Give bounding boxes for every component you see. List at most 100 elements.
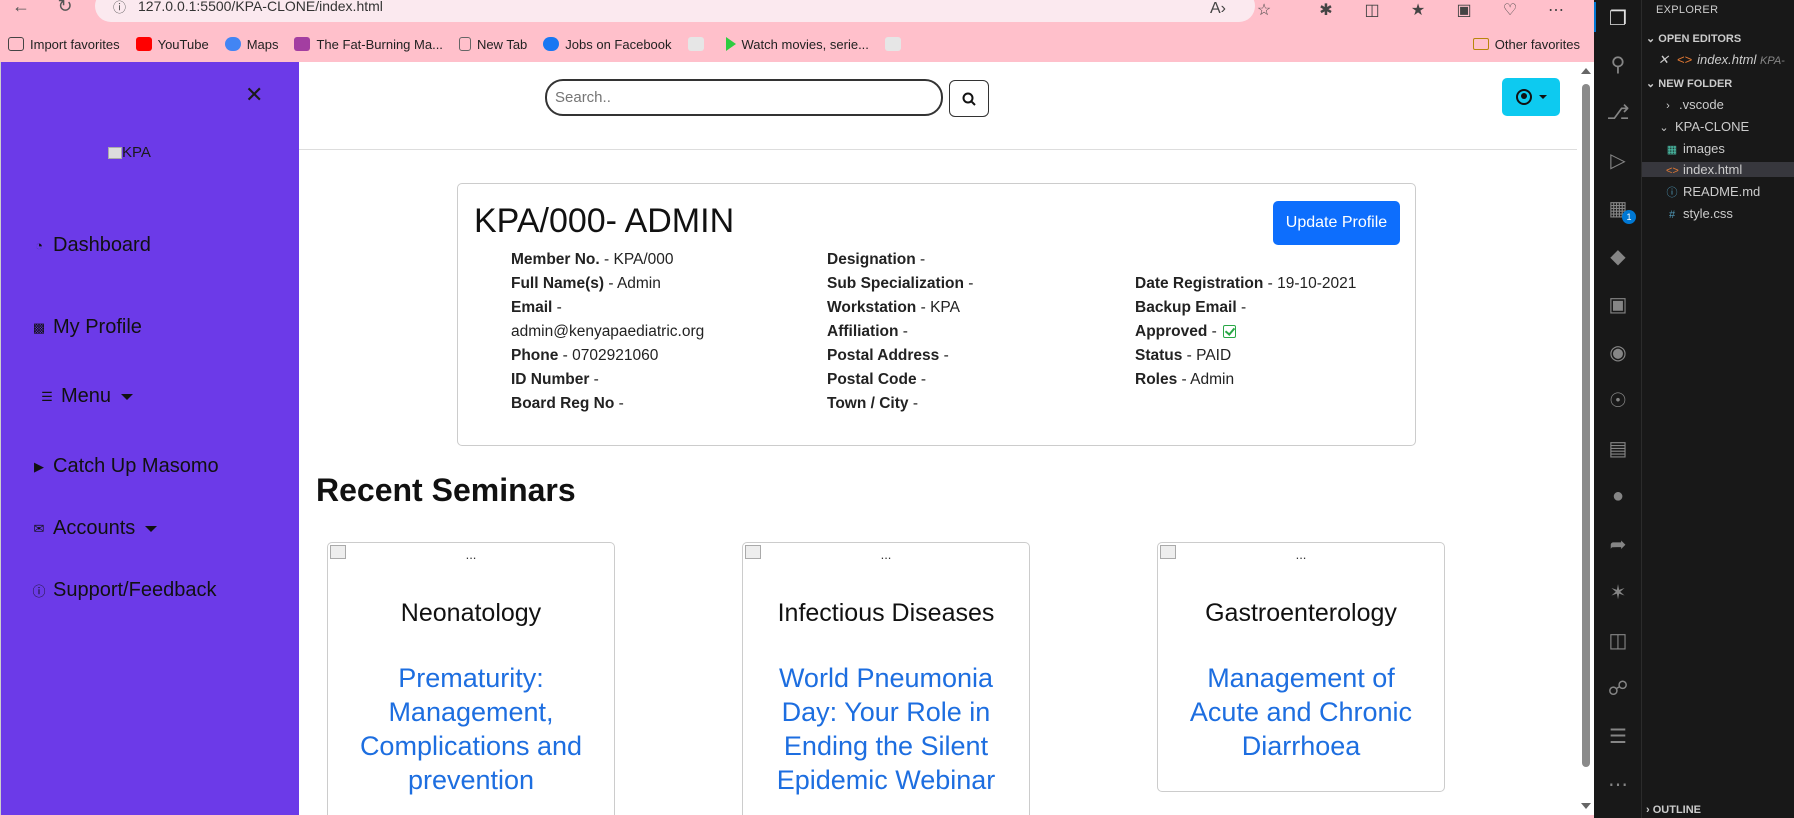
favorites-icon[interactable]: ★ (1395, 0, 1441, 20)
testing-icon[interactable]: ◉ (1604, 338, 1632, 366)
url-text: 127.0.0.1:5500/KPA-CLONE/index.html (138, 0, 383, 14)
seminar-title-link[interactable]: World Pneumonia Day: Your Role in Ending… (761, 661, 1011, 797)
folder-section[interactable]: ⌄ NEW FOLDER (1646, 77, 1732, 90)
favorite-item[interactable]: Watch movies, serie... (725, 37, 869, 52)
more-icon[interactable]: ⋯ (1533, 0, 1579, 20)
sidebar-item-my-profile[interactable]: ▩ My Profile (31, 316, 142, 339)
html-file-icon: <> (1666, 165, 1679, 177)
git-graph-icon[interactable]: ☉ (1604, 386, 1632, 414)
seminar-title-link[interactable]: Prematurity: Management, Complications a… (346, 661, 596, 797)
github-icon[interactable]: ● (1604, 482, 1632, 510)
seminar-category: Infectious Diseases (777, 599, 995, 627)
timeline-icon[interactable]: ☍ (1604, 674, 1632, 702)
profile-field: Sub Specialization - (827, 275, 974, 292)
address-bar-row: ← ↻ ⓘ 127.0.0.1:5500/KPA-CLONE/index.htm… (0, 0, 1609, 26)
tree-item-file-selected[interactable]: <> index.html (1642, 162, 1794, 177)
collections-icon[interactable]: ▣ (1441, 0, 1487, 20)
folder-icon[interactable]: ▤ (1604, 434, 1632, 462)
scroll-down-icon[interactable] (1581, 803, 1591, 809)
open-editors-section[interactable]: ⌄ OPEN EDITORS (1646, 32, 1741, 45)
refresh-icon[interactable]: ↻ (50, 0, 80, 18)
sidebar-item-catch-up-masomo[interactable]: ▶ Catch Up Masomo (31, 455, 219, 478)
page-icon (687, 37, 704, 51)
favorite-star-icon[interactable]: ☆ (1241, 0, 1287, 20)
favorite-item[interactable]: Jobs on Facebook (543, 37, 672, 52)
read-aloud-icon[interactable]: A› (1195, 0, 1241, 20)
search-input[interactable] (545, 79, 943, 116)
seminar-card[interactable]: ... Infectious Diseases World Pneumonia … (742, 542, 1030, 815)
sidebar-item-support[interactable]: ⓘ Support/Feedback (31, 579, 216, 602)
source-control-icon[interactable]: ⎇ (1604, 98, 1632, 126)
kubernetes-icon[interactable]: ✶ (1604, 578, 1632, 606)
favorite-item[interactable]: YouTube (135, 37, 209, 52)
favorite-item[interactable]: Import favorites (8, 37, 120, 52)
sidebar-item-menu[interactable]: ☰ Menu (39, 385, 134, 408)
seminar-image: ... (328, 543, 614, 565)
explorer-title: EXPLORER (1656, 4, 1719, 16)
browser-essentials-icon[interactable]: ♡ (1487, 0, 1533, 20)
extensions-icon[interactable]: ✱ (1303, 0, 1349, 20)
user-menu-button[interactable] (1502, 78, 1560, 116)
scroll-up-icon[interactable] (1581, 68, 1591, 74)
favorite-item[interactable]: New Tab (458, 37, 527, 52)
profile-title: KPA/000- ADMIN (474, 202, 735, 240)
recent-seminars-heading: Recent Seminars (316, 472, 576, 508)
profile-column-3: Date Registration - 19-10-2021 Backup Em… (1135, 272, 1356, 392)
remote-explorer-icon[interactable]: ▣ (1604, 290, 1632, 318)
seminar-card[interactable]: ... Neonatology Prematurity: Management,… (327, 542, 615, 815)
outline-section[interactable]: › OUTLINE (1646, 804, 1701, 816)
tree-item-folder[interactable]: ▦ images (1666, 141, 1725, 156)
profile-field: Workstation - KPA (827, 299, 960, 316)
profile-field-value: admin@kenyapaediatric.org (511, 323, 705, 340)
import-icon (8, 37, 24, 51)
site-info-icon[interactable]: ⓘ (113, 0, 126, 16)
favorite-item[interactable] (687, 37, 710, 51)
google-icon (224, 37, 241, 51)
explorer-panel: EXPLORER ⌄ OPEN EDITORS ✕ <> index.html KP… (1642, 0, 1794, 818)
scroll-thumb[interactable] (1582, 84, 1590, 767)
info-icon: ⓘ (1666, 187, 1678, 199)
split-screen-icon[interactable]: ◫ (1349, 0, 1395, 20)
chevron-down-icon: ⌄ (1659, 122, 1669, 134)
seminar-title-link[interactable]: Management of Acute and Chronic Diarrhoe… (1176, 661, 1426, 763)
vscode-window: ❐ ⚲ ⎇ ▷ ▦ 1 ◆ ▣ ◉ ☉ ▤ ● ➦ ✶ ◫ ☍ ☰ ⋯ EXPLO… (1594, 0, 1794, 818)
tree-item-folder[interactable]: › .vscode (1662, 97, 1724, 112)
extensions-icon[interactable]: ▦ 1 (1604, 194, 1636, 224)
search-icon[interactable]: ⚲ (1604, 50, 1632, 78)
url-field[interactable]: ⓘ 127.0.0.1:5500/KPA-CLONE/index.html (95, 0, 1255, 22)
sidebar-item-dashboard[interactable]: ◔ Dashboard (31, 234, 151, 257)
favorite-item[interactable] (884, 37, 907, 51)
back-icon[interactable]: ← (6, 0, 36, 18)
run-debug-icon[interactable]: ▷ (1604, 146, 1632, 174)
explorer-icon[interactable]: ❐ (1604, 4, 1632, 32)
favorite-item[interactable]: The Fat-Burning Ma... (294, 37, 443, 52)
favorite-item[interactable]: Maps (224, 37, 278, 52)
tree-item-file[interactable]: # style.css (1666, 206, 1733, 221)
update-profile-button[interactable]: Update Profile (1273, 201, 1400, 245)
close-icon[interactable]: ✕ (245, 82, 263, 108)
profile-field: Postal Address - (827, 347, 949, 364)
profile-field: Designation - (827, 251, 926, 268)
more-icon[interactable]: ⋯ (1604, 770, 1632, 798)
profile-column-2: Designation - Sub Specialization - Works… (827, 248, 973, 416)
search-button[interactable] (949, 80, 989, 117)
menu-icon: ☰ (41, 388, 53, 404)
chevron-right-icon: › (1666, 100, 1670, 112)
close-icon[interactable]: ✕ (1658, 52, 1669, 67)
profile-card: KPA/000- ADMIN Update Profile Member No.… (457, 183, 1416, 446)
seminar-card[interactable]: ... Gastroenterology Management of Acute… (1157, 542, 1445, 792)
layers-icon[interactable]: ☰ (1604, 722, 1632, 750)
database-icon[interactable]: ◫ (1604, 626, 1632, 654)
browser-toolbar: A› ☆ ✱ ◫ ★ ▣ ♡ ⋯ ❖ (1195, 0, 1625, 20)
live-share-icon[interactable]: ➦ (1604, 530, 1632, 558)
other-favorites[interactable]: Other favorites (1472, 32, 1580, 56)
profile-field: Date Registration - 19-10-2021 (1135, 275, 1357, 292)
open-editor-item[interactable]: ✕ <> index.html KPA- (1658, 52, 1785, 68)
sidebar-item-accounts[interactable]: ✉ Accounts (31, 517, 158, 540)
chevron-down-icon (145, 525, 158, 532)
page-scrollbar[interactable] (1577, 62, 1594, 815)
python-icon[interactable]: ◆ (1604, 242, 1632, 270)
broken-image-icon (1160, 545, 1176, 559)
tree-item-folder[interactable]: ⌄ KPA-CLONE (1658, 119, 1749, 134)
tree-item-file[interactable]: ⓘ README.md (1666, 184, 1761, 200)
